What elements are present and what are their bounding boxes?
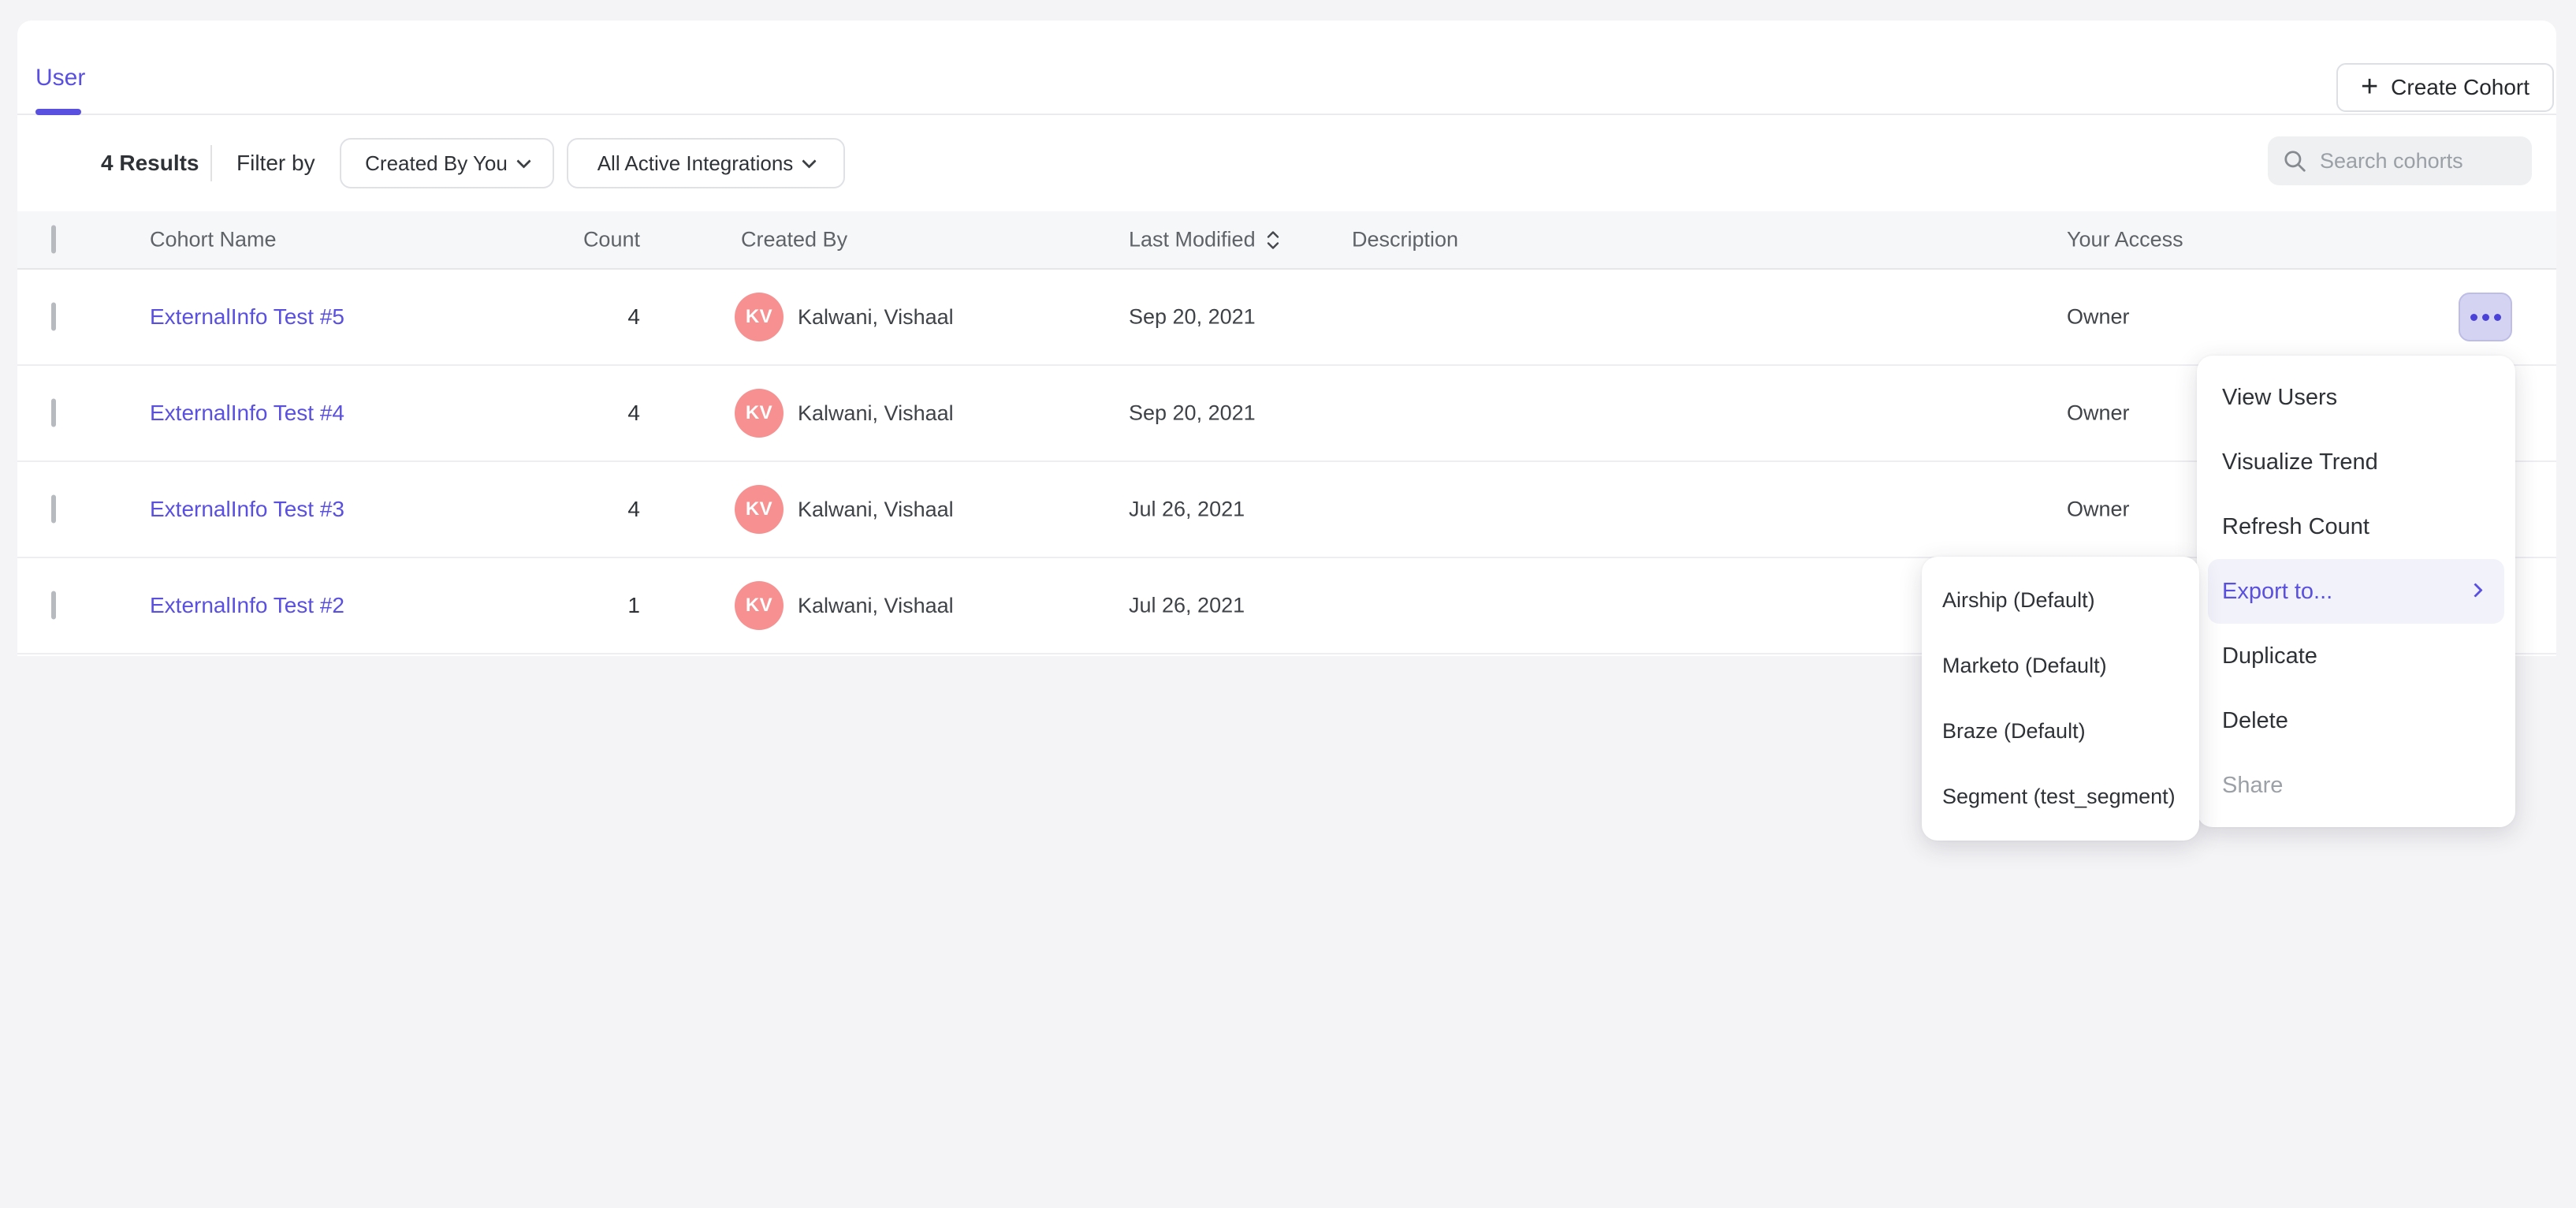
- row-checkbox[interactable]: [51, 399, 56, 427]
- row-actions-button[interactable]: [2459, 293, 2512, 341]
- results-count: 4 Results: [101, 151, 199, 176]
- table-row[interactable]: ExternalInfo Test #3 4 KV Kalwani, Visha…: [17, 462, 2556, 558]
- tab-bar: User: [17, 21, 2556, 115]
- table-row[interactable]: ExternalInfo Test #4 4 KV Kalwani, Visha…: [17, 366, 2556, 462]
- cohort-count: 4: [475, 497, 640, 522]
- integrations-filter-dropdown[interactable]: All Active Integrations: [567, 138, 845, 188]
- cohort-name-link[interactable]: ExternalInfo Test #2: [150, 593, 344, 618]
- column-header-created-by: Created By: [741, 228, 847, 252]
- cohort-name-link[interactable]: ExternalInfo Test #4: [150, 401, 344, 426]
- last-modified-date: Sep 20, 2021: [1129, 401, 1256, 426]
- row-checkbox[interactable]: [51, 495, 56, 524]
- last-modified-label: Last Modified: [1129, 228, 1256, 252]
- row-checkbox[interactable]: [51, 591, 56, 620]
- chevron-down-icon: [516, 154, 530, 168]
- search-icon: [2282, 148, 2307, 173]
- create-cohort-button[interactable]: + Create Cohort: [2336, 63, 2554, 112]
- created-by-filter-label: Created By You: [365, 151, 508, 176]
- column-header-cohort-name: Cohort Name: [150, 228, 277, 252]
- cohort-name-link[interactable]: ExternalInfo Test #5: [150, 304, 344, 330]
- active-tab-underline: [35, 109, 81, 115]
- column-header-description: Description: [1352, 228, 1458, 252]
- last-modified-date: Jul 26, 2021: [1129, 594, 1245, 618]
- menu-item-view-users[interactable]: View Users: [2197, 365, 2515, 430]
- plus-icon: +: [2361, 72, 2378, 102]
- column-header-last-modified[interactable]: Last Modified: [1129, 228, 1281, 252]
- submenu-item-marketo[interactable]: Marketo (Default): [1922, 633, 2199, 699]
- last-modified-date: Sep 20, 2021: [1129, 305, 1256, 330]
- column-header-your-access: Your Access: [2067, 228, 2183, 252]
- menu-item-export-to[interactable]: Export to...: [2208, 559, 2504, 624]
- dot-icon: [2494, 314, 2501, 321]
- access-cell: Owner: [2067, 498, 2130, 522]
- menu-item-delete[interactable]: Delete: [2197, 688, 2515, 753]
- create-cohort-label: Create Cohort: [2391, 75, 2529, 100]
- creator-name: Kalwani, Vishaal: [798, 594, 954, 618]
- last-modified-date: Jul 26, 2021: [1129, 498, 1245, 522]
- avatar: KV: [735, 581, 784, 630]
- table-row[interactable]: ExternalInfo Test #5 4 KV Kalwani, Visha…: [17, 270, 2556, 366]
- access-cell: Owner: [2067, 401, 2130, 426]
- created-by-filter-dropdown[interactable]: Created By You: [340, 138, 554, 188]
- select-all-checkbox[interactable]: [51, 226, 56, 254]
- row-context-menu: View Users Visualize Trend Refresh Count…: [2197, 356, 2515, 827]
- filter-toolbar: 4 Results Filter by Created By You All A…: [17, 115, 2556, 211]
- access-cell: Owner: [2067, 305, 2130, 330]
- filter-by-label: Filter by: [236, 151, 315, 176]
- integrations-filter-label: All Active Integrations: [597, 151, 794, 176]
- menu-item-duplicate[interactable]: Duplicate: [2197, 624, 2515, 688]
- export-submenu: Airship (Default) Marketo (Default) Braz…: [1922, 557, 2199, 841]
- sort-icon: [1265, 228, 1281, 252]
- avatar: KV: [735, 389, 784, 438]
- menu-item-refresh-count[interactable]: Refresh Count: [2197, 494, 2515, 559]
- cohort-count: 4: [475, 401, 640, 426]
- table-header: Cohort Name Count Created By Last Modifi…: [17, 211, 2556, 270]
- cohort-count: 1: [475, 593, 640, 618]
- menu-item-visualize-trend[interactable]: Visualize Trend: [2197, 430, 2515, 494]
- avatar: KV: [735, 293, 784, 341]
- avatar: KV: [735, 485, 784, 534]
- row-checkbox[interactable]: [51, 303, 56, 331]
- chevron-down-icon: [802, 154, 817, 168]
- cohort-count: 4: [475, 304, 640, 330]
- menu-item-share: Share: [2197, 753, 2515, 818]
- creator-name: Kalwani, Vishaal: [798, 305, 954, 330]
- submenu-item-segment[interactable]: Segment (test_segment): [1922, 764, 2199, 830]
- chevron-right-icon: [2468, 583, 2482, 597]
- submenu-item-braze[interactable]: Braze (Default): [1922, 699, 2199, 764]
- search-box: [2268, 136, 2532, 185]
- export-to-label: Export to...: [2222, 579, 2332, 604]
- column-header-count: Count: [475, 228, 640, 252]
- dot-icon: [2482, 314, 2489, 321]
- creator-name: Kalwani, Vishaal: [798, 401, 954, 426]
- search-input[interactable]: [2320, 149, 2509, 173]
- creator-name: Kalwani, Vishaal: [798, 498, 954, 522]
- tab-user[interactable]: User: [35, 65, 85, 91]
- toolbar-divider: [210, 145, 212, 181]
- dot-icon: [2470, 314, 2477, 321]
- submenu-item-airship[interactable]: Airship (Default): [1922, 568, 2199, 633]
- cohort-name-link[interactable]: ExternalInfo Test #3: [150, 497, 344, 522]
